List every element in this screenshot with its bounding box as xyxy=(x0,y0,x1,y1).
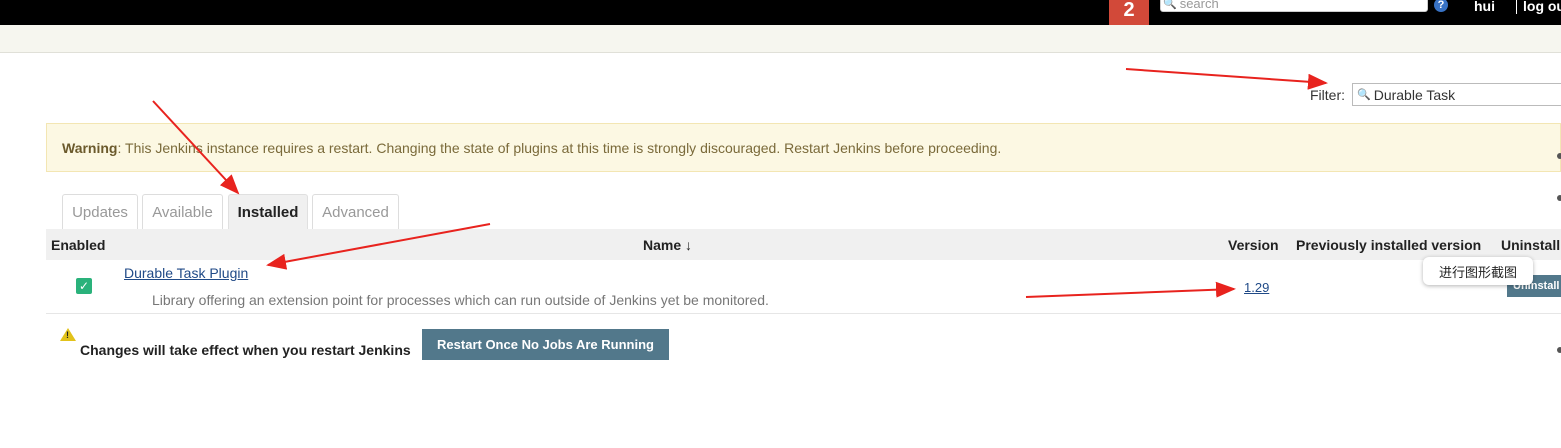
arrow-to-plugin xyxy=(266,223,491,270)
annotation-arrows xyxy=(152,68,1328,298)
arrow-to-version xyxy=(1025,281,1236,298)
arrow-to-installed-tab xyxy=(152,100,240,195)
arrow-to-filter xyxy=(1125,68,1328,90)
